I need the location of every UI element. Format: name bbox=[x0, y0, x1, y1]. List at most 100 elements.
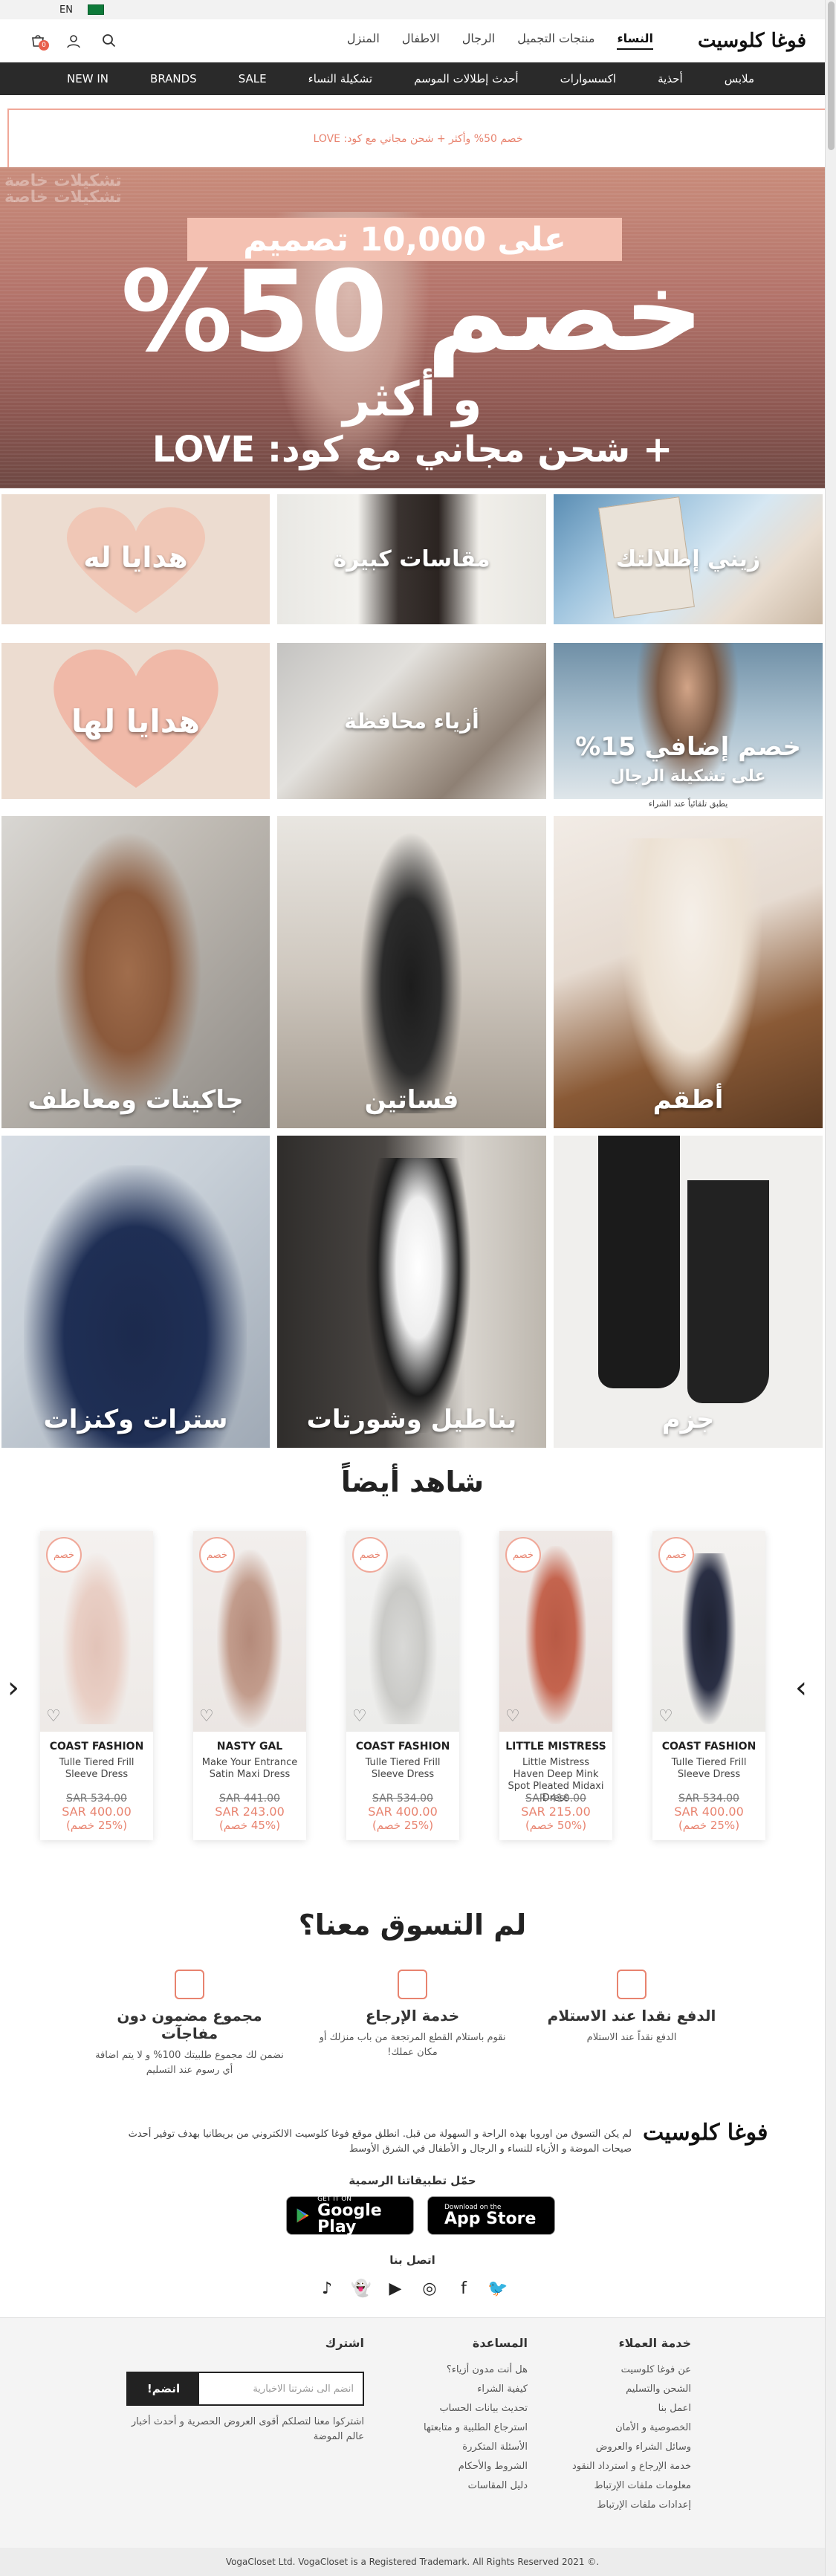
twitter-icon[interactable]: 🐦 bbox=[487, 2278, 508, 2299]
nav-kids[interactable]: الاطفال bbox=[402, 31, 440, 50]
wishlist-heart-icon[interactable]: ♡ bbox=[199, 1707, 214, 1726]
boot-image-left bbox=[598, 1136, 680, 1388]
hero-headline: خصم 50% bbox=[120, 247, 704, 377]
footer-link[interactable]: خدمة الإرجاع و استرداد النقود bbox=[557, 2457, 691, 2476]
language-switch[interactable]: EN bbox=[59, 4, 73, 16]
product-name: Little Mistress Haven Deep Mink Spot Ple… bbox=[508, 1757, 604, 1804]
footer-link[interactable]: وسائل الشراء والعروض bbox=[557, 2438, 691, 2457]
newsletter-email-input[interactable]: انضم الى نشرتنا الاخبارية bbox=[199, 2373, 363, 2404]
tile-modest-fashion[interactable]: أزياء محافظة bbox=[277, 643, 546, 799]
cart-icon[interactable]: 0 bbox=[30, 33, 49, 51]
app-store-button[interactable]: Download on the App Store bbox=[427, 2196, 555, 2235]
product-old-price: SAR 534.00 bbox=[372, 1793, 433, 1805]
footer-link[interactable]: عن فوغا كلوسيت bbox=[557, 2360, 691, 2380]
cat-women-collection[interactable]: تشكيلة النساء bbox=[308, 72, 372, 85]
promo-banner[interactable]: خصم 50% وأكثر + شحن مجاني مع كود: LOVE bbox=[7, 109, 829, 169]
footer-link[interactable]: تحديث بيانات الحساب bbox=[394, 2399, 528, 2418]
wishlist-heart-icon[interactable]: ♡ bbox=[46, 1707, 61, 1726]
page-scrollbar[interactable] bbox=[825, 0, 836, 2576]
tile-dresses[interactable]: فساتين bbox=[277, 816, 546, 1128]
footer-link[interactable]: اعمل بنا bbox=[557, 2399, 691, 2418]
footer-link[interactable]: الأسئلة المتكررة bbox=[394, 2438, 528, 2457]
tile-jackets-coats[interactable]: جاكيتات ومعاطف bbox=[1, 816, 270, 1128]
tile-label: أطقم bbox=[652, 1085, 724, 1115]
footer-link[interactable]: هل أنت مدون أزياء؟ bbox=[394, 2360, 528, 2380]
cat-brands[interactable]: BRANDS bbox=[150, 72, 197, 85]
footer-link[interactable]: الشحن والتسليم bbox=[557, 2380, 691, 2399]
tile-sweaters-knitwear[interactable]: سترات وكنزات bbox=[1, 1136, 270, 1448]
contact-title: اتصل بنا bbox=[389, 2253, 435, 2267]
footer-link[interactable]: معلومات ملفات الإرتباط bbox=[557, 2476, 691, 2496]
nav-home[interactable]: المنزل bbox=[347, 31, 380, 50]
facebook-icon[interactable]: f bbox=[453, 2278, 474, 2299]
product-discount: (25% خصم) bbox=[372, 1819, 434, 1832]
product-card[interactable]: خصم ♡ NASTY GAL Make Your Entrance Satin… bbox=[193, 1531, 306, 1840]
header-icons: 0 bbox=[30, 33, 117, 51]
hero-banner[interactable]: تشكيلات خاصة تشكيلات خاصة على 10,000 تصم… bbox=[0, 167, 825, 488]
youtube-icon[interactable]: ▶ bbox=[385, 2278, 406, 2299]
cat-accessories[interactable]: اكسسوارات bbox=[560, 72, 617, 85]
footer-subscribe: اشترك bbox=[126, 2336, 364, 2360]
tile-label: فساتين bbox=[364, 1085, 459, 1115]
footer-link[interactable]: دليل المقاسات bbox=[394, 2476, 528, 2496]
wishlist-heart-icon[interactable]: ♡ bbox=[352, 1707, 367, 1726]
cat-new-in[interactable]: NEW IN bbox=[67, 72, 108, 85]
tile-trousers-shorts[interactable]: بناطيل وشورتات bbox=[277, 1136, 546, 1448]
feature-returns: خدمة الإرجاع نقوم باستلام القطع المرتجعة… bbox=[316, 1970, 509, 2060]
account-icon[interactable] bbox=[65, 33, 82, 49]
nav-women[interactable]: النساء bbox=[617, 31, 653, 50]
snapchat-icon[interactable]: 👻 bbox=[351, 2278, 372, 2299]
tile-plus-size[interactable]: مقاسات كبيرة bbox=[277, 494, 546, 624]
tile-label: سترات وكنزات bbox=[43, 1405, 228, 1434]
nav-beauty[interactable]: منتجات التجميل bbox=[517, 31, 594, 50]
sale-badge: خصم bbox=[46, 1537, 82, 1573]
google-play-button[interactable]: GET IT ON Google Play bbox=[286, 2195, 414, 2236]
tile-boots[interactable]: جزم bbox=[554, 1136, 823, 1448]
product-card[interactable]: خصم ♡ LITTLE MISTRESS Little Mistress Ha… bbox=[499, 1531, 612, 1840]
main-nav: النساء منتجات التجميل الرجال الاطفال الم… bbox=[117, 31, 653, 50]
hero-code-line: + شحن مجاني مع كود: LOVE bbox=[152, 429, 673, 470]
scrollbar-thumb[interactable] bbox=[828, 1, 835, 150]
gift-icon bbox=[175, 1970, 204, 1999]
tile-gifts-for-him[interactable]: هدايا له bbox=[1, 494, 270, 624]
footer-logo[interactable]: فوغا كلوسيت bbox=[643, 2120, 768, 2146]
nav-men[interactable]: الرجال bbox=[462, 31, 496, 50]
saudi-flag-icon[interactable] bbox=[87, 4, 104, 15]
cat-latest-looks[interactable]: أحدث إطلالات الموسم bbox=[414, 72, 518, 85]
appstore-big-text: App Store bbox=[444, 2210, 537, 2228]
model-image bbox=[359, 831, 463, 1113]
search-icon[interactable] bbox=[101, 33, 117, 49]
carousel-next-arrow[interactable]: › bbox=[795, 1671, 807, 1705]
cat-shoes[interactable]: أحذية bbox=[658, 72, 683, 85]
tile-label: جاكيتات ومعاطف bbox=[27, 1085, 244, 1115]
wishlist-heart-icon[interactable]: ♡ bbox=[505, 1707, 520, 1726]
tile-sets[interactable]: أطقم bbox=[554, 816, 823, 1128]
tile-accessorize[interactable]: زيني إطلالتك bbox=[554, 494, 823, 624]
wishlist-heart-icon[interactable]: ♡ bbox=[658, 1707, 673, 1726]
tile-footnote: يطبق تلقائياً عند الشراء bbox=[648, 799, 728, 809]
product-card[interactable]: خصم ♡ COAST FASHION Tulle Tiered Frill S… bbox=[346, 1531, 459, 1840]
promo-text: خصم 50% وأكثر + شحن مجاني مع كود: LOVE bbox=[313, 133, 523, 145]
footer-link[interactable]: إعدادات ملفات الإرتباط bbox=[557, 2496, 691, 2515]
product-card[interactable]: خصم ♡ COAST FASHION Tulle Tiered Frill S… bbox=[40, 1531, 153, 1840]
tiktok-icon[interactable]: ♪ bbox=[317, 2278, 337, 2299]
footer-link[interactable]: الخصوصية و الأمان bbox=[557, 2418, 691, 2438]
site-logo[interactable]: فوغا كلوسيت bbox=[698, 30, 807, 52]
footer-link[interactable]: الشروط والأحكام bbox=[394, 2457, 528, 2476]
footer-link[interactable]: كيفية الشراء bbox=[394, 2380, 528, 2399]
tile-gifts-for-her[interactable]: هدايا لها bbox=[1, 643, 270, 799]
newsletter-join-button[interactable]: انضم! bbox=[128, 2373, 199, 2404]
product-card[interactable]: خصم ♡ COAST FASHION Tulle Tiered Frill S… bbox=[652, 1531, 765, 1840]
cat-clothing[interactable]: ملابس bbox=[725, 72, 754, 85]
why-title: لم التسوق معنا؟ bbox=[298, 1909, 527, 1941]
tile-label: بناطيل وشورتات bbox=[306, 1405, 517, 1434]
model-image bbox=[620, 838, 762, 1106]
instagram-icon[interactable]: ◎ bbox=[419, 2278, 440, 2299]
product-new-price: SAR 400.00 bbox=[368, 1805, 438, 1819]
cat-sale[interactable]: SALE bbox=[239, 72, 267, 85]
tile-men-extra-discount[interactable]: خصم إضافي 15% على تشكيلة الرجال bbox=[554, 643, 823, 799]
carousel-prev-arrow[interactable]: ‹ bbox=[7, 1671, 19, 1705]
also-view-title: شاهد أيضاً bbox=[340, 1466, 485, 1498]
feature-desc: نضمن لك مجموع طلبيتك 100% و لا يتم اضافة… bbox=[95, 2050, 284, 2076]
footer-link[interactable]: استرجاع الطلبية و متابعتها bbox=[394, 2418, 528, 2438]
